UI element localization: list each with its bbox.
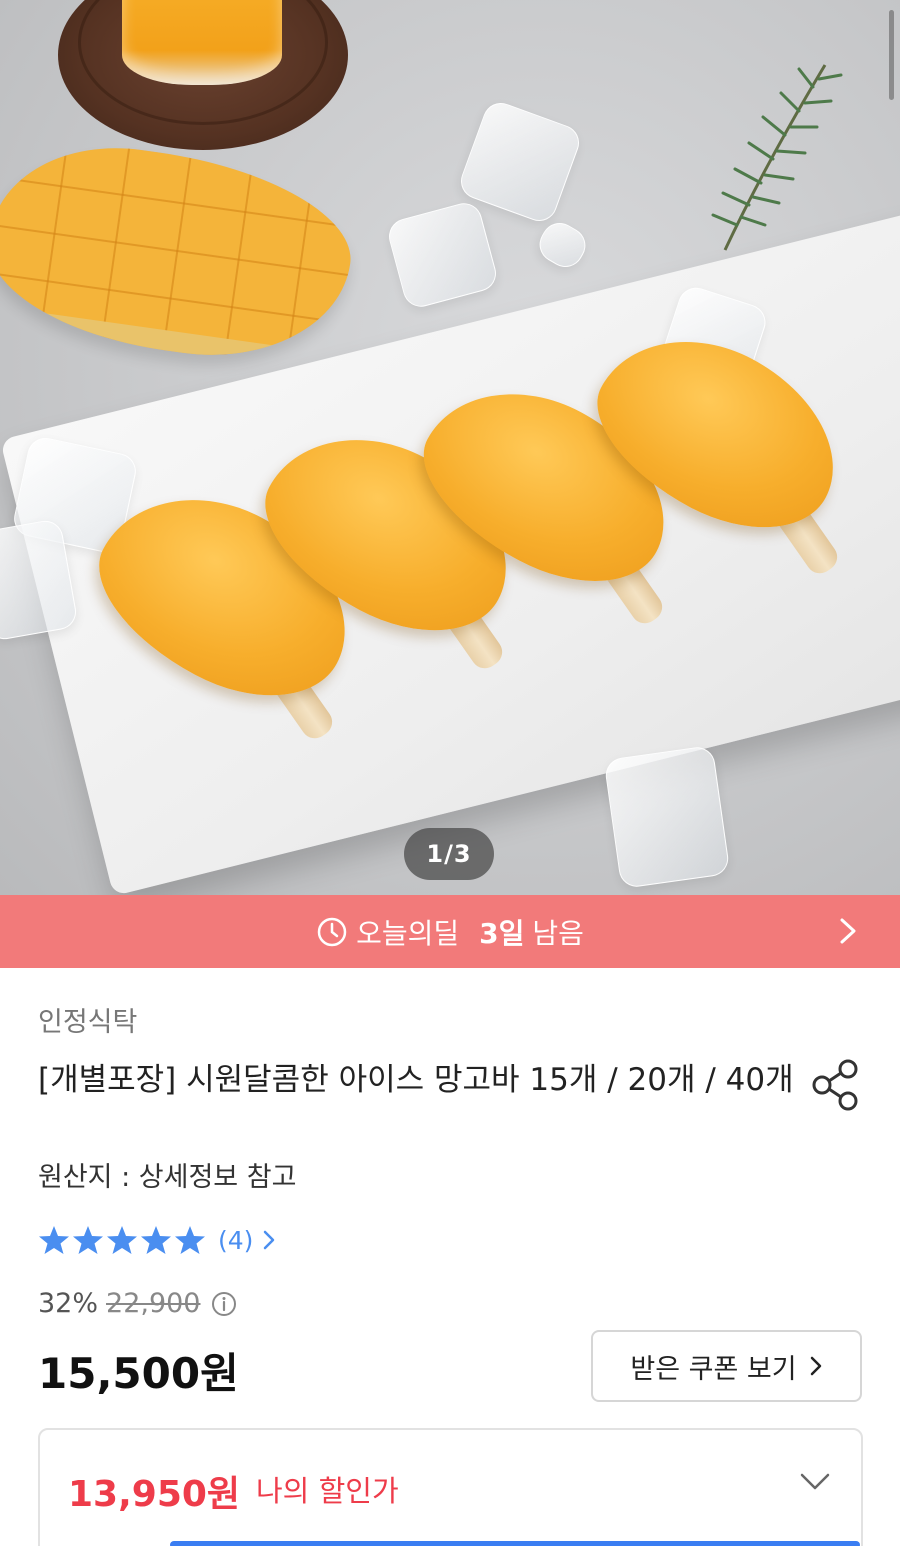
deal-days-left: 3일 (479, 916, 525, 950)
star-icon (73, 1226, 103, 1254)
product-image-carousel[interactable]: 1/3 (0, 0, 900, 895)
my-discount-price-panel[interactable]: 13,950원 나의 할인가 (38, 1428, 863, 1546)
review-count[interactable]: (4) (218, 1226, 253, 1255)
product-title: [개별포장] 시원달콤한 아이스 망고바 15개 / 20개 / 40개 (38, 1062, 794, 1098)
my-discount-price-label: 나의 할인가 (256, 1474, 399, 1508)
original-price: 22,900 (106, 1288, 201, 1319)
info-icon[interactable] (211, 1291, 237, 1317)
origin-info: 원산지 : 상세정보 참고 (38, 1162, 297, 1193)
seller-name[interactable]: 인정식탁 (38, 1000, 137, 1039)
ice-cube (533, 216, 592, 274)
clock-icon (317, 917, 347, 946)
my-discount-price: 13,950원 (68, 1474, 241, 1515)
coupon-button-label: 받은 쿠폰 보기 (630, 1353, 797, 1385)
chevron-right-icon[interactable] (261, 1228, 277, 1252)
chevron-down-icon[interactable] (799, 1470, 831, 1494)
mango-half-shape (0, 130, 362, 375)
juice-glass-shape (122, 0, 282, 85)
ice-cube (384, 199, 501, 311)
star-icon (141, 1226, 171, 1254)
deal-remaining-label: 남음 (532, 916, 584, 950)
star-icon (39, 1226, 69, 1254)
sale-price: 15,500원 (38, 1349, 239, 1398)
bottom-action-bar-edge (170, 1541, 860, 1546)
deal-title: 오늘의딜 (356, 916, 460, 950)
rosemary-sprig (711, 64, 843, 251)
view-coupons-button[interactable]: 받은 쿠폰 보기 (591, 1330, 862, 1402)
scroll-indicator (889, 10, 894, 100)
star-icon (107, 1226, 137, 1254)
today-deal-banner[interactable]: 오늘의딜 3일 남음 (0, 895, 900, 968)
star-rating (38, 1224, 206, 1256)
star-icon (175, 1226, 205, 1254)
image-page-indicator: 1/3 (404, 828, 494, 880)
rating-row[interactable]: (4) (38, 1222, 277, 1258)
ice-cube (603, 744, 731, 890)
chevron-right-icon (810, 1356, 821, 1376)
share-icon[interactable] (808, 1055, 864, 1115)
discount-rate: 32% (38, 1288, 99, 1319)
chevron-right-icon[interactable] (836, 917, 860, 945)
discount-row: 32% 22,900 (38, 1288, 237, 1319)
